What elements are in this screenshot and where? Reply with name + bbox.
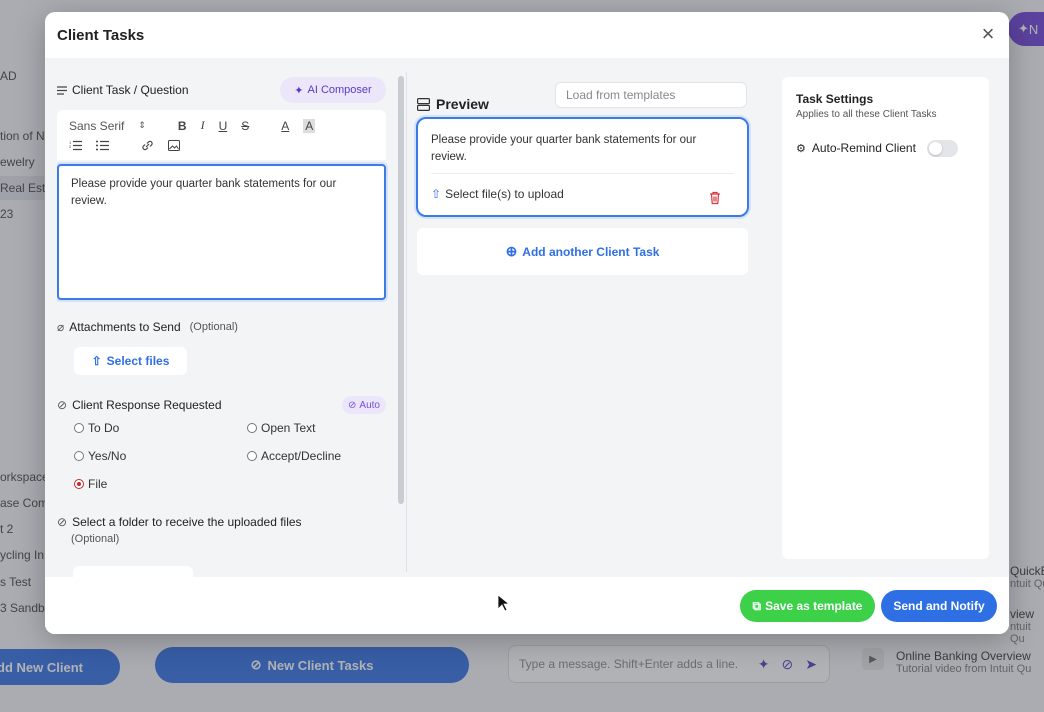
- settings-title: Task Settings: [796, 92, 874, 106]
- radio-accept-decline[interactable]: Accept/Decline: [247, 449, 341, 463]
- radio-label: Open Text: [261, 421, 316, 435]
- mouse-cursor-icon: [497, 594, 509, 612]
- upload-icon: ⇧: [431, 187, 442, 201]
- client-response-label: ⊘ Client Response Requested: [57, 398, 222, 412]
- radio-yes-no[interactable]: Yes/No: [74, 449, 126, 463]
- trash-icon[interactable]: [709, 191, 721, 205]
- select-files-label: Select files: [106, 354, 170, 368]
- attachments-label-text: Attachments to Send: [69, 320, 181, 334]
- add-client-task-button[interactable]: ⊕ Add another Client Task: [417, 228, 748, 275]
- left-panel-scrollbar[interactable]: [398, 76, 404, 504]
- radio-file[interactable]: File: [74, 477, 107, 491]
- ai-composer-label: AI Composer: [307, 84, 372, 96]
- modal-body: Client Task / Question ✦ AI Composer San…: [45, 58, 1009, 577]
- upload-files-link[interactable]: ⇧ Select file(s) to upload: [431, 187, 564, 201]
- auto-remind-text: Auto-Remind Client: [811, 141, 916, 155]
- check-circle-icon: ⊘: [57, 515, 68, 529]
- underline-button[interactable]: U: [219, 119, 228, 133]
- folder-label-text: Select a folder to receive the uploaded …: [72, 515, 302, 529]
- folder-label: ⊘ Select a folder to receive the uploade…: [57, 515, 302, 529]
- add-client-task-label: Add another Client Task: [522, 244, 660, 259]
- editor-toolbar: Sans Serif ⇕ B I U S A A 12: [57, 110, 386, 160]
- task-editor-panel: Client Task / Question ✦ AI Composer San…: [57, 58, 397, 577]
- background-color-button[interactable]: A: [303, 118, 316, 133]
- auto-badge-label: Auto: [359, 399, 380, 411]
- close-icon[interactable]: ×: [977, 23, 999, 46]
- modal-header: Client Tasks ×: [45, 12, 1009, 58]
- font-select[interactable]: Sans Serif ⇕: [69, 119, 146, 133]
- divider: [431, 173, 734, 174]
- paperclip-icon: ⌀: [57, 320, 65, 334]
- select-folder-button[interactable]: [73, 566, 193, 577]
- optional-label: (Optional): [189, 321, 238, 333]
- task-editor[interactable]: Please provide your quarter bank stateme…: [57, 164, 386, 300]
- ordered-list-icon[interactable]: 12: [69, 140, 82, 151]
- preview-heading: Preview: [417, 96, 489, 112]
- auto-badge: ⊘ Auto: [342, 396, 386, 414]
- client-task-label-text: Client Task / Question: [72, 83, 189, 97]
- select-files-button[interactable]: ⇧ Select files: [74, 347, 187, 375]
- auto-remind-toggle[interactable]: [927, 140, 958, 157]
- sparkle-icon: ✦: [294, 84, 304, 97]
- bold-button[interactable]: B: [178, 119, 187, 133]
- font-select-value: Sans Serif: [69, 118, 125, 133]
- ai-composer-button[interactable]: ✦ AI Composer: [280, 77, 386, 103]
- settings-subtitle: Applies to all these Client Tasks: [796, 109, 937, 120]
- radio-to-do[interactable]: To Do: [74, 421, 119, 435]
- strikethrough-button[interactable]: S: [241, 119, 249, 133]
- italic-button[interactable]: I: [201, 118, 205, 133]
- auto-remind-label: ⚙ Auto-Remind Client: [796, 141, 916, 155]
- client-tasks-modal: Client Tasks × Client Task / Question ✦ …: [45, 12, 1009, 634]
- bullet-list-icon[interactable]: [96, 140, 109, 151]
- svg-text:2: 2: [69, 144, 72, 149]
- task-preview-card[interactable]: Please provide your quarter bank stateme…: [416, 117, 749, 217]
- column-divider: [406, 72, 407, 572]
- modal-title: Client Tasks: [57, 26, 145, 44]
- save-as-template-label: Save as template: [765, 599, 863, 613]
- folder-optional: (Optional): [71, 533, 120, 545]
- copy-icon: ⧉: [752, 598, 762, 613]
- radio-label: To Do: [88, 421, 120, 435]
- radio-dot: [74, 423, 84, 433]
- send-and-notify-button[interactable]: Send and Notify: [881, 590, 997, 622]
- radio-dot: [247, 423, 257, 433]
- attachments-label: ⌀ Attachments to Send (Optional): [57, 320, 238, 334]
- radio-label: File: [88, 477, 108, 491]
- chevron-updown-icon: ⇕: [138, 120, 146, 130]
- image-icon[interactable]: [168, 140, 180, 151]
- client-response-label-text: Client Response Requested: [72, 398, 222, 412]
- preview-title: Preview: [436, 96, 489, 112]
- link-icon[interactable]: [141, 140, 154, 151]
- radio-dot-selected: [74, 479, 84, 489]
- task-settings-panel: Task Settings Applies to all these Clien…: [782, 77, 989, 559]
- plus-circle-icon: ⊕: [505, 243, 518, 259]
- radio-open-text[interactable]: Open Text: [247, 421, 315, 435]
- task-preview-text: Please provide your quarter bank stateme…: [431, 134, 697, 163]
- radio-dot: [247, 451, 257, 461]
- radio-label: Accept/Decline: [261, 449, 342, 463]
- client-task-label: Client Task / Question: [57, 83, 189, 97]
- check-circle-icon: ⊘: [348, 399, 357, 411]
- load-templates-input[interactable]: Load from templates: [555, 82, 747, 108]
- layout-icon: [417, 97, 430, 111]
- radio-label: Yes/No: [88, 449, 127, 463]
- radio-dot: [74, 451, 84, 461]
- upload-icon: ⇧: [91, 354, 102, 368]
- text-color-button[interactable]: A: [281, 119, 289, 133]
- upload-label: Select file(s) to upload: [445, 187, 564, 201]
- check-circle-icon: ⊘: [57, 398, 68, 412]
- bell-icon: ⚙: [796, 142, 806, 155]
- modal-footer: ⧉ Save as template Send and Notify: [45, 577, 1009, 634]
- save-as-template-button[interactable]: ⧉ Save as template: [740, 590, 875, 622]
- text-lines-icon: [57, 85, 67, 95]
